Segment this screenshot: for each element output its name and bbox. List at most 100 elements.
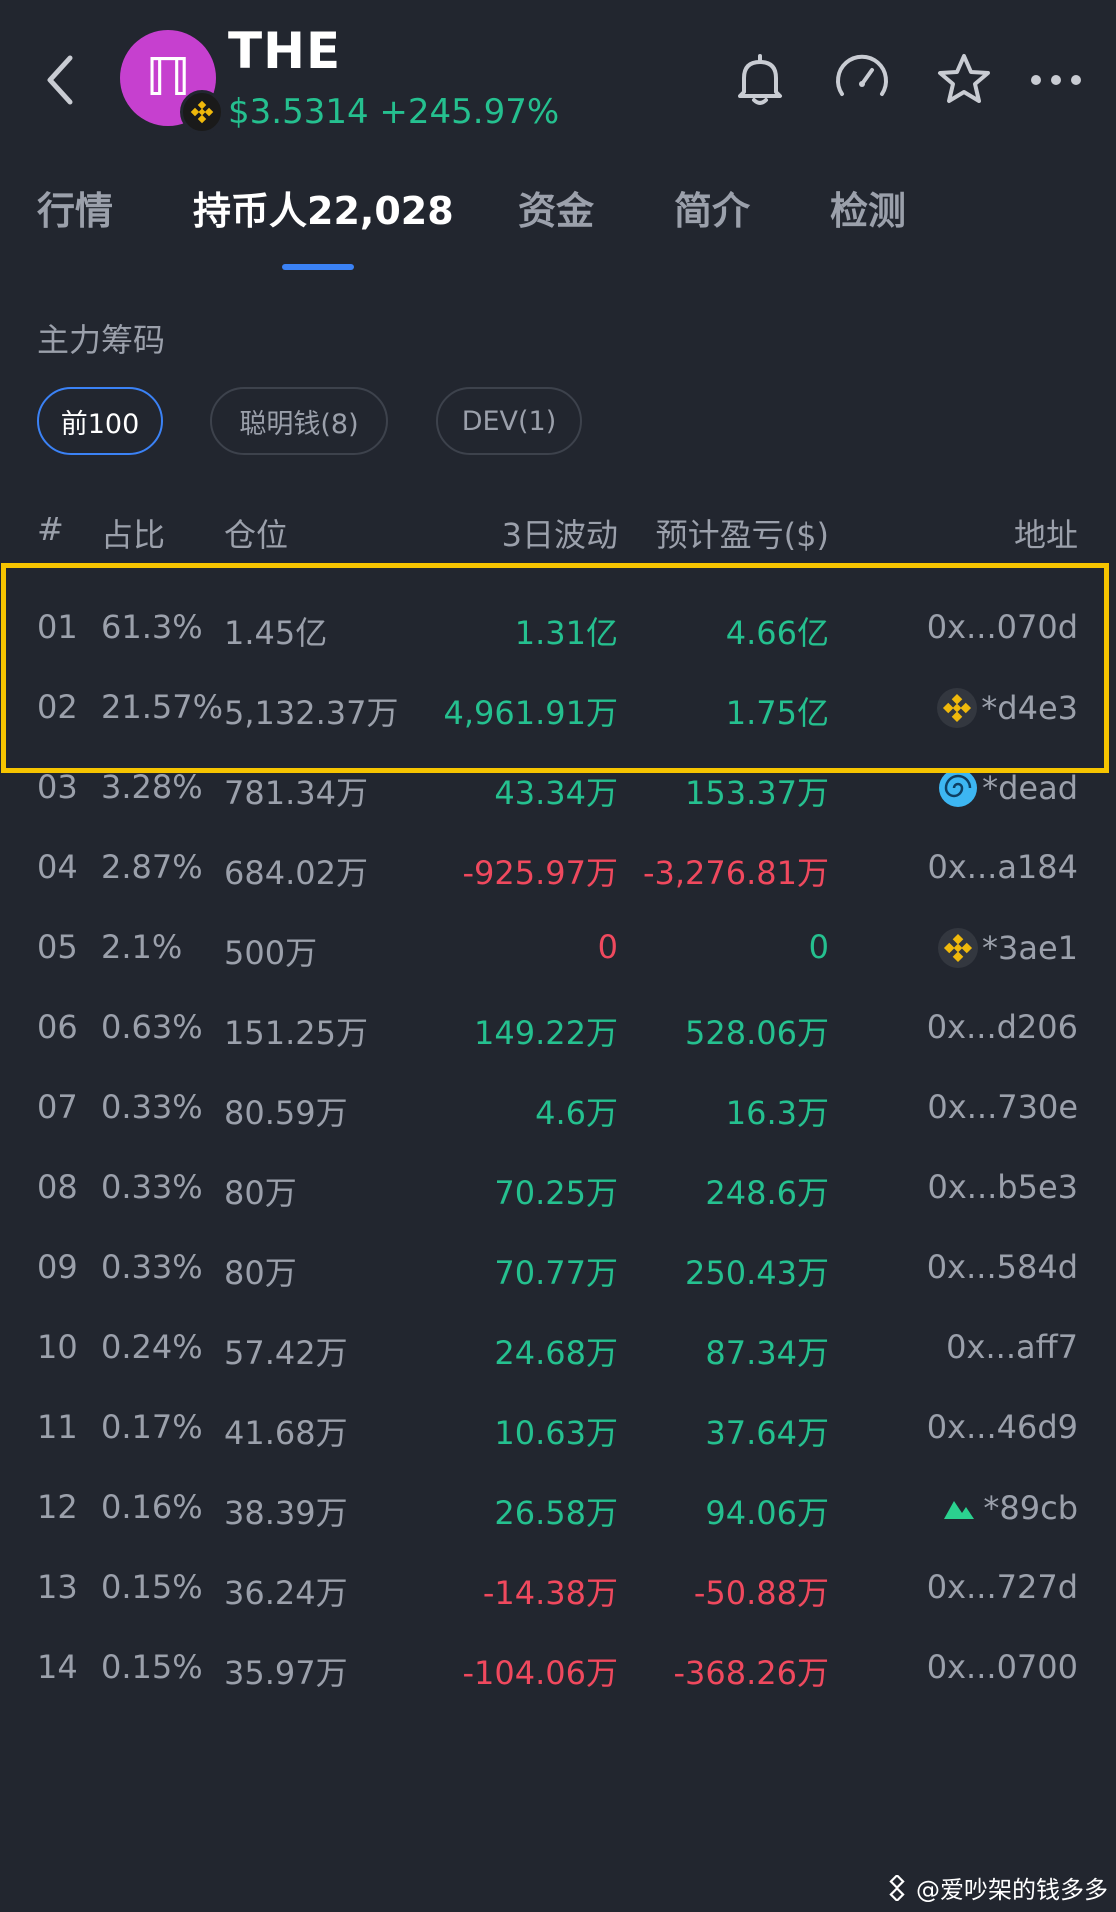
tab-check[interactable]: 检测 bbox=[830, 180, 906, 235]
row-address-text: 0x...b5e3 bbox=[927, 1168, 1078, 1206]
token-price: $3.5314 +245.97% bbox=[228, 92, 559, 132]
table-row[interactable]: 14 0.15% 35.97万 -104.06万 -368.26万 0x...0700 bbox=[0, 1620, 1116, 1716]
header-bar: ℿ THE $3.5314 +245.97% bbox=[0, 0, 1116, 140]
filter-smart-money[interactable]: 聪明钱(8) bbox=[210, 387, 388, 455]
more-icon[interactable] bbox=[1024, 48, 1088, 112]
row-address-text: 0x...aff7 bbox=[946, 1328, 1078, 1366]
header-pnl[interactable]: 预计盈亏($) bbox=[656, 510, 829, 556]
row-position: 41.68万 bbox=[224, 1414, 348, 1452]
row-pnl: 87.34万 bbox=[705, 1334, 829, 1372]
row-address-text: 0x...46d9 bbox=[926, 1408, 1078, 1446]
row-pnl: 248.6万 bbox=[705, 1174, 829, 1212]
filter-dev[interactable]: DEV(1) bbox=[436, 387, 582, 455]
row-position: 38.39万 bbox=[224, 1494, 348, 1532]
row-rank: 02 bbox=[37, 688, 78, 726]
row-3day-change: 70.77万 bbox=[494, 1254, 618, 1292]
row-position: 500万 bbox=[224, 934, 318, 972]
row-pnl: 37.64万 bbox=[705, 1414, 829, 1452]
row-rank: 14 bbox=[37, 1648, 78, 1686]
row-address-text: 0x...d206 bbox=[926, 1008, 1078, 1046]
row-pnl: 153.37万 bbox=[685, 774, 829, 812]
row-address[interactable]: *d4e3 bbox=[937, 688, 1078, 728]
row-address[interactable]: *89cb bbox=[939, 1488, 1078, 1528]
active-tab-indicator bbox=[282, 264, 354, 270]
row-address[interactable]: 0x...46d9 bbox=[927, 1408, 1078, 1446]
row-address[interactable]: 0x...b5e3 bbox=[927, 1168, 1078, 1206]
row-address[interactable]: 0x...070d bbox=[927, 608, 1078, 646]
bell-icon[interactable] bbox=[728, 48, 792, 112]
tab-funds[interactable]: 资金 bbox=[518, 180, 594, 235]
row-position: 80万 bbox=[224, 1254, 297, 1292]
row-share: 0.16% bbox=[101, 1488, 203, 1526]
filter-top100[interactable]: 前100 bbox=[37, 387, 163, 455]
row-pnl: -3,276.81万 bbox=[642, 854, 829, 892]
row-rank: 09 bbox=[37, 1248, 78, 1286]
speedometer-icon[interactable] bbox=[830, 48, 894, 112]
mountain-icon bbox=[939, 1488, 979, 1528]
row-rank: 07 bbox=[37, 1088, 78, 1126]
back-arrow-icon[interactable] bbox=[40, 50, 80, 110]
row-address[interactable]: 0x...0700 bbox=[927, 1648, 1078, 1686]
row-share: 3.28% bbox=[101, 768, 203, 806]
row-position: 57.42万 bbox=[224, 1334, 348, 1372]
row-position: 151.25万 bbox=[224, 1014, 368, 1052]
price-change: +245.97% bbox=[379, 92, 560, 132]
row-address-text: *dead bbox=[982, 769, 1078, 807]
header-3day-change[interactable]: 3日波动 bbox=[502, 510, 618, 556]
tab-market[interactable]: 行情 bbox=[37, 180, 113, 235]
row-3day-change: 10.63万 bbox=[494, 1414, 618, 1452]
row-address[interactable]: 0x...a184 bbox=[928, 848, 1079, 886]
watermark-logo-icon bbox=[889, 1874, 905, 1901]
row-position: 35.97万 bbox=[224, 1654, 348, 1692]
row-pnl: 0 bbox=[808, 928, 829, 966]
row-address[interactable]: *3ae1 bbox=[937, 928, 1078, 968]
row-address[interactable]: 0x...727d bbox=[927, 1568, 1078, 1606]
row-rank: 10 bbox=[37, 1328, 78, 1366]
row-share: 0.17% bbox=[101, 1408, 203, 1446]
tab-holders[interactable]: 持币人22,028 bbox=[193, 180, 454, 235]
row-rank: 13 bbox=[37, 1568, 78, 1606]
row-3day-change: 149.22万 bbox=[474, 1014, 618, 1052]
row-position: 1.45亿 bbox=[224, 614, 328, 652]
row-share: 0.63% bbox=[101, 1008, 203, 1046]
row-position: 36.24万 bbox=[224, 1574, 348, 1612]
row-share: 0.15% bbox=[101, 1568, 203, 1606]
row-address[interactable]: 0x...d206 bbox=[927, 1008, 1078, 1046]
row-pnl: 94.06万 bbox=[705, 1494, 829, 1532]
row-pnl: -50.88万 bbox=[693, 1574, 829, 1612]
row-3day-change: 1.31亿 bbox=[514, 614, 618, 652]
row-rank: 01 bbox=[37, 608, 78, 646]
tab-intro[interactable]: 简介 bbox=[674, 180, 750, 235]
row-position: 80.59万 bbox=[224, 1094, 348, 1132]
row-rank: 06 bbox=[37, 1008, 78, 1046]
tab-bar: 行情 持币人22,028 资金 简介 检测 bbox=[0, 180, 1116, 270]
row-rank: 08 bbox=[37, 1168, 78, 1206]
row-3day-change: -104.06万 bbox=[462, 1654, 618, 1692]
row-position: 5,132.37万 bbox=[224, 694, 399, 732]
bnb-chain-icon bbox=[180, 90, 224, 134]
row-address[interactable]: 0x...730e bbox=[927, 1088, 1078, 1126]
row-address[interactable]: 0x...aff7 bbox=[946, 1328, 1078, 1366]
row-pnl: 250.43万 bbox=[685, 1254, 829, 1292]
row-pnl: 4.66亿 bbox=[725, 614, 829, 652]
row-pnl: 1.75亿 bbox=[725, 694, 829, 732]
row-address-text: 0x...727d bbox=[926, 1568, 1078, 1606]
swirl-icon bbox=[938, 768, 978, 808]
row-address-text: 0x...730e bbox=[927, 1088, 1078, 1126]
row-rank: 03 bbox=[37, 768, 78, 806]
row-3day-change: 4.6万 bbox=[535, 1094, 618, 1132]
row-3day-change: 43.34万 bbox=[494, 774, 618, 812]
row-address-text: 0x...0700 bbox=[926, 1648, 1078, 1686]
row-address[interactable]: *dead bbox=[938, 768, 1078, 808]
row-share: 0.33% bbox=[101, 1168, 203, 1206]
star-icon[interactable] bbox=[932, 48, 996, 112]
row-address[interactable]: 0x...584d bbox=[927, 1248, 1078, 1286]
header-share: 占比 bbox=[101, 516, 166, 554]
header-position: 仓位 bbox=[224, 516, 289, 554]
row-rank: 05 bbox=[37, 928, 78, 966]
row-position: 684.02万 bbox=[224, 854, 368, 892]
row-address-text: *d4e3 bbox=[981, 689, 1078, 727]
bnb-icon bbox=[937, 688, 978, 728]
price-value: $3.5314 bbox=[228, 92, 369, 132]
watermark: @爱吵架的钱多多 bbox=[884, 1870, 1108, 1905]
